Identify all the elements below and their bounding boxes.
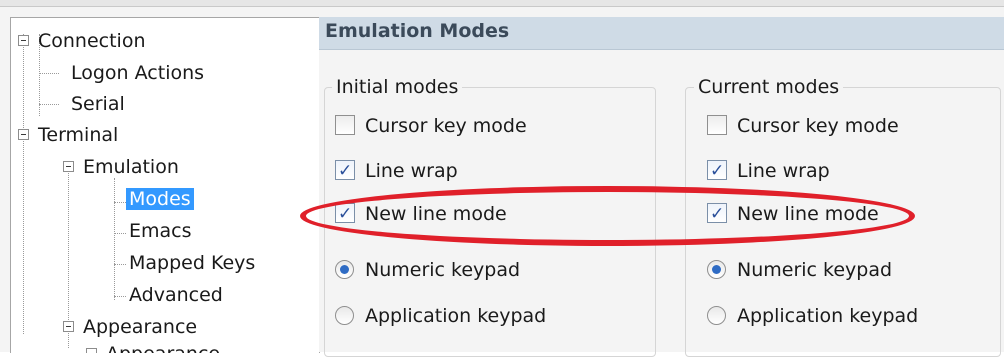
tree-line	[114, 178, 115, 300]
tree-line	[114, 264, 126, 265]
radio-unselected[interactable]	[335, 306, 354, 325]
radio-unselected[interactable]	[707, 306, 726, 325]
option-label: Numeric keypad	[737, 259, 893, 281]
checkbox-checked[interactable]	[707, 158, 727, 184]
panel-title: Emulation Modes	[325, 20, 510, 42]
option-label: Application keypad	[365, 305, 547, 327]
tree-item-label: Serial	[71, 93, 125, 115]
checkbox-unchecked[interactable]	[707, 115, 727, 135]
collapse-icon[interactable]	[18, 129, 29, 140]
tree-line	[23, 34, 24, 334]
collapse-icon[interactable]	[86, 348, 97, 353]
tree-item-label: Connection	[38, 30, 146, 52]
tree-line	[39, 104, 59, 105]
tree-item-serial[interactable]: Serial	[71, 91, 125, 117]
tree-item-terminal[interactable]: Terminal	[38, 122, 118, 148]
option-label: Cursor key mode	[365, 115, 527, 137]
option-label: Numeric keypad	[365, 259, 521, 281]
tree-item-advanced[interactable]: Advanced	[129, 282, 223, 308]
tree-item-appearance[interactable]: Appearance	[83, 314, 197, 340]
tree-item-logon-actions[interactable]: Logon Actions	[71, 60, 204, 86]
tree-item-label: Advanced	[129, 284, 223, 306]
options-dialog: Connection Logon Actions Serial Terminal…	[0, 0, 1004, 357]
category-tree[interactable]: Connection Logon Actions Serial Terminal…	[10, 17, 320, 353]
tree-item-label: Appearance	[83, 316, 198, 338]
current-modes-title: Current modes	[694, 76, 844, 98]
tree-item-emacs[interactable]: Emacs	[129, 218, 192, 244]
tree-item-modes[interactable]: Modes	[126, 186, 194, 212]
tree-item-label: Mapped Keys	[129, 252, 256, 274]
collapse-icon[interactable]	[18, 35, 29, 46]
window-top-edge	[0, 0, 1004, 7]
tree-line	[114, 202, 126, 203]
tree-item-appearance-sub[interactable]: Appearance	[106, 341, 220, 353]
red-highlight-ellipse	[300, 186, 915, 246]
option-label: Cursor key mode	[737, 115, 899, 137]
tree-item-emulation[interactable]: Emulation	[83, 154, 179, 180]
option-label: Application keypad	[737, 305, 919, 327]
tree-line	[114, 233, 126, 234]
tree-item-label: Terminal	[38, 124, 119, 146]
collapse-icon[interactable]	[63, 321, 74, 332]
panel-header: Emulation Modes	[319, 17, 1004, 50]
tree-item-mapped-keys[interactable]: Mapped Keys	[129, 250, 255, 276]
tree-item-label: Emulation	[83, 156, 179, 178]
tree-item-label: Modes	[126, 188, 194, 210]
settings-pane: Emulation Modes Initial modes Cursor key…	[319, 17, 1004, 357]
tree-item-label: Logon Actions	[71, 62, 205, 84]
collapse-icon[interactable]	[63, 161, 74, 172]
radio-selected[interactable]	[335, 260, 354, 279]
option-label: Line wrap	[365, 160, 458, 182]
checkbox-checked[interactable]	[335, 158, 355, 184]
tree-line	[39, 73, 59, 74]
radio-selected[interactable]	[707, 260, 726, 279]
tree-item-connection[interactable]: Connection	[38, 28, 146, 54]
tree-line	[114, 296, 126, 297]
checkbox-unchecked[interactable]	[335, 115, 355, 135]
initial-modes-title: Initial modes	[332, 76, 463, 98]
option-label: Line wrap	[737, 160, 830, 182]
tree-item-label: Emacs	[129, 220, 192, 242]
